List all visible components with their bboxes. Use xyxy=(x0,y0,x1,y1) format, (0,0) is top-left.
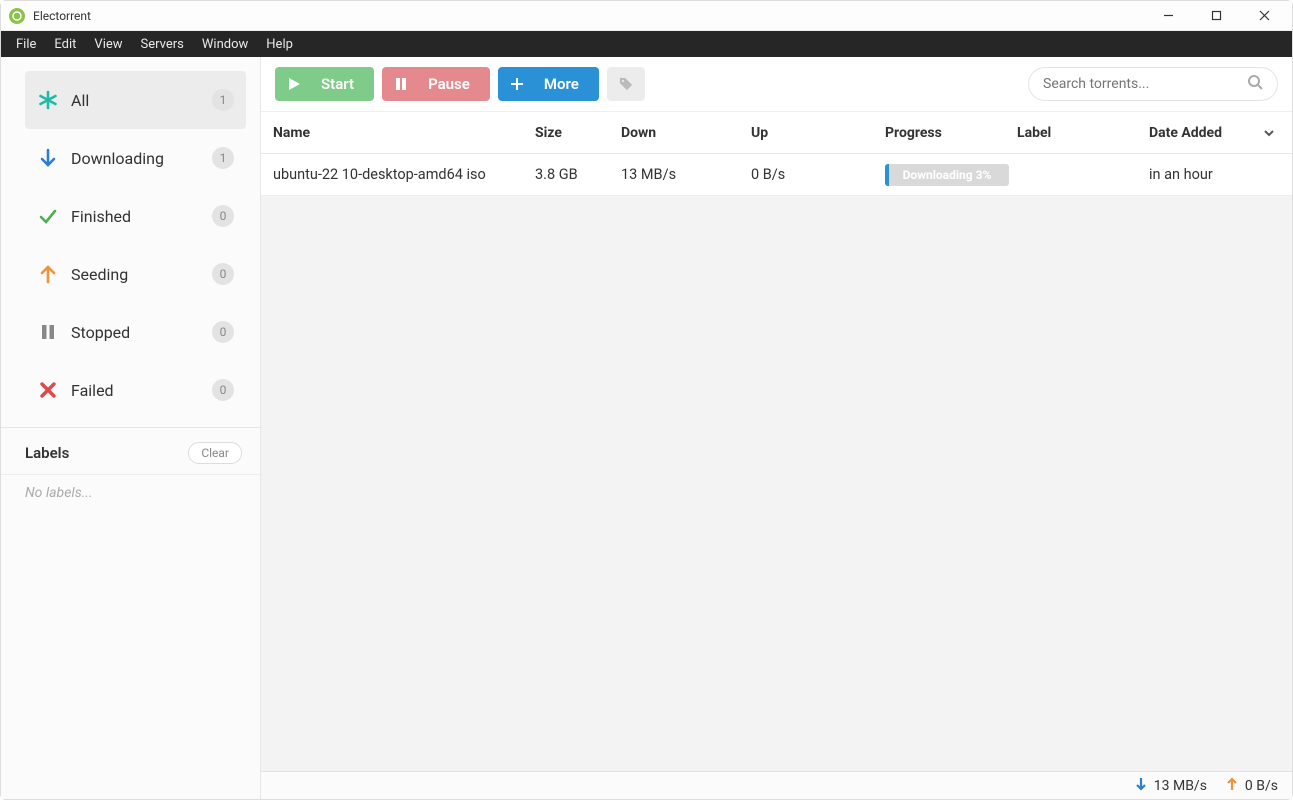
labels-section: Labels Clear No labels... xyxy=(1,427,260,511)
col-name[interactable]: Name xyxy=(261,125,535,141)
sidebar-item-downloading[interactable]: Downloading1 xyxy=(25,129,246,187)
status-bar: 13 MB/s 0 B/s xyxy=(261,771,1292,799)
arrow-up-icon xyxy=(37,263,59,285)
menu-file[interactable]: File xyxy=(7,34,45,55)
pause-button[interactable]: Pause xyxy=(382,67,490,101)
toolbar: Start Pause More xyxy=(261,57,1292,112)
sidebar-filters: All1Downloading1Finished0Seeding0Stopped… xyxy=(1,57,260,427)
cell-down: 13 MB/s xyxy=(621,166,751,183)
cell-up: 0 B/s xyxy=(751,166,885,183)
sidebar-item-label: Seeding xyxy=(71,265,212,284)
more-button-label: More xyxy=(544,75,579,93)
cell-progress: Downloading 3% xyxy=(885,164,1017,186)
sidebar-item-count: 0 xyxy=(212,321,234,343)
status-down-value: 13 MB/s xyxy=(1154,778,1207,794)
table-header: Name Size Down Up Progress Label Date Ad… xyxy=(261,112,1292,154)
col-progress[interactable]: Progress xyxy=(885,125,1017,141)
tag-button[interactable] xyxy=(607,67,645,101)
pause-icon xyxy=(37,321,59,343)
sidebar-item-all[interactable]: All1 xyxy=(25,71,246,129)
sidebar-item-count: 0 xyxy=(212,263,234,285)
more-button[interactable]: More xyxy=(498,67,599,101)
plus-icon xyxy=(510,77,524,91)
app-icon xyxy=(9,8,25,24)
sidebar-item-count: 1 xyxy=(212,147,234,169)
menubar: File Edit View Servers Window Help xyxy=(1,31,1292,57)
pause-button-label: Pause xyxy=(428,75,470,93)
sidebar-item-finished[interactable]: Finished0 xyxy=(25,187,246,245)
col-menu[interactable] xyxy=(1249,126,1292,140)
start-button[interactable]: Start xyxy=(275,67,374,101)
sidebar-item-stopped[interactable]: Stopped0 xyxy=(25,303,246,361)
asterisk-icon xyxy=(37,89,59,111)
sidebar-item-label: Downloading xyxy=(71,149,212,168)
sidebar-item-count: 0 xyxy=(212,379,234,401)
cell-name: ubuntu-22 10-desktop-amd64 iso xyxy=(261,166,535,183)
sidebar-item-count: 0 xyxy=(212,205,234,227)
status-up-value: 0 B/s xyxy=(1245,778,1278,794)
pause-icon xyxy=(394,77,408,91)
progress-bar: Downloading 3% xyxy=(885,164,1009,186)
check-icon xyxy=(37,205,59,227)
window-controls xyxy=(1154,5,1284,27)
col-size[interactable]: Size xyxy=(535,125,621,141)
sidebar-item-count: 1 xyxy=(212,89,234,111)
labels-clear-button[interactable]: Clear xyxy=(188,442,242,464)
play-icon xyxy=(287,77,301,91)
cell-date: in an hour xyxy=(1149,166,1249,183)
col-down[interactable]: Down xyxy=(621,125,751,141)
search-box[interactable] xyxy=(1028,67,1278,101)
sidebar-item-label: Failed xyxy=(71,381,212,400)
sidebar-item-failed[interactable]: Failed0 xyxy=(25,361,246,419)
window-title: Electorrent xyxy=(33,9,1154,23)
cross-icon xyxy=(37,379,59,401)
arrow-down-icon xyxy=(37,147,59,169)
menu-edit[interactable]: Edit xyxy=(45,34,85,55)
arrow-up-icon xyxy=(1225,777,1239,795)
col-up[interactable]: Up xyxy=(751,125,885,141)
sidebar: All1Downloading1Finished0Seeding0Stopped… xyxy=(1,57,261,799)
arrow-down-icon xyxy=(1134,777,1148,795)
search-input[interactable] xyxy=(1043,76,1247,92)
menu-servers[interactable]: Servers xyxy=(132,34,193,55)
tag-icon xyxy=(619,77,633,91)
status-down: 13 MB/s xyxy=(1134,777,1207,795)
labels-heading: Labels xyxy=(25,444,69,462)
status-up: 0 B/s xyxy=(1225,777,1278,795)
labels-empty-text: No labels... xyxy=(25,485,236,501)
col-date[interactable]: Date Added xyxy=(1149,125,1249,141)
sidebar-item-label: Finished xyxy=(71,207,212,226)
col-label[interactable]: Label xyxy=(1017,125,1149,141)
start-button-label: Start xyxy=(321,75,354,93)
close-button[interactable] xyxy=(1250,5,1278,27)
menu-help[interactable]: Help xyxy=(257,34,302,55)
menu-window[interactable]: Window xyxy=(193,34,257,55)
menu-view[interactable]: View xyxy=(85,34,131,55)
table-row[interactable]: ubuntu-22 10-desktop-amd64 iso3.8 GB13 M… xyxy=(261,154,1292,196)
search-icon xyxy=(1247,74,1263,94)
torrent-table: Name Size Down Up Progress Label Date Ad… xyxy=(261,112,1292,771)
maximize-button[interactable] xyxy=(1202,5,1230,27)
minimize-button[interactable] xyxy=(1154,5,1182,27)
main-panel: Start Pause More Name Size xyxy=(261,57,1292,799)
sidebar-item-seeding[interactable]: Seeding0 xyxy=(25,245,246,303)
cell-size: 3.8 GB xyxy=(535,166,621,183)
sidebar-item-label: Stopped xyxy=(71,323,212,342)
sidebar-item-label: All xyxy=(71,91,212,110)
titlebar: Electorrent xyxy=(1,1,1292,31)
